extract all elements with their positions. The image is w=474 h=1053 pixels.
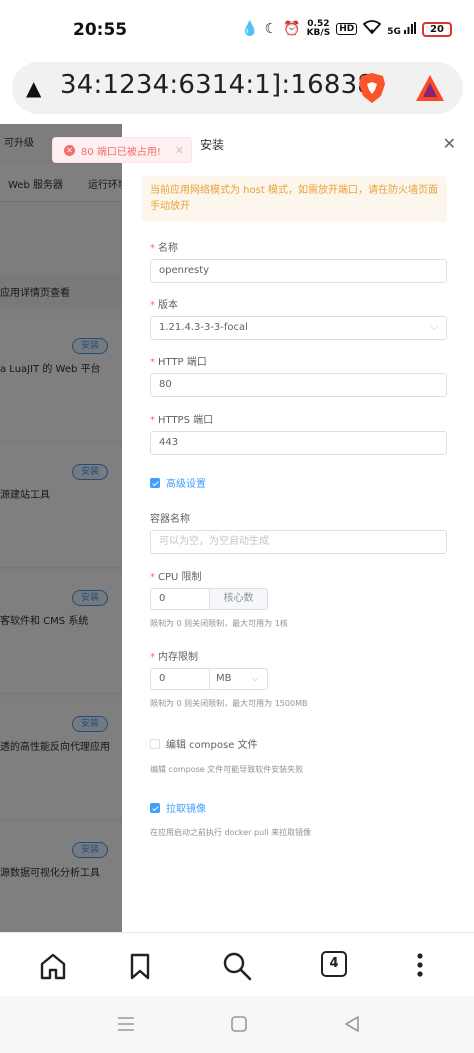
browser-bottom-nav: 4	[0, 932, 474, 996]
cpu-unit: 核心数	[210, 588, 268, 610]
https-port-input[interactable]: 443	[150, 431, 447, 455]
edit-compose-label[interactable]: 编辑 compose 文件	[166, 736, 258, 751]
container-name-input[interactable]: 可以为空，为空自动生成	[150, 530, 447, 554]
compose-help-text: 编辑 compose 文件可能导致软件安装失败	[150, 765, 304, 774]
warning-icon[interactable]: ▲	[26, 76, 41, 100]
net-speed-unit: KB/S	[306, 28, 331, 38]
pull-image-help-text: 在应用启动之前执行 docker pull 来拉取镜像	[150, 828, 312, 837]
toast-message: 80 端口已被占用!	[81, 146, 161, 158]
wifi-icon	[362, 20, 382, 38]
moon-icon: ☾	[264, 21, 278, 37]
checkbox-checked-icon[interactable]	[150, 802, 160, 813]
hd-badge: HD	[336, 23, 358, 35]
url-bar[interactable]: ▲ 34:1234:6314:1]:16838	[12, 62, 463, 114]
https-port-label-text: HTTPS 端口	[158, 415, 214, 426]
alarm-icon: ⏰	[283, 21, 301, 37]
water-drop-icon: 💧	[241, 21, 259, 37]
url-text[interactable]: 34:1234:6314:1]:16838	[60, 70, 374, 100]
cpu-limit-input[interactable]: 0	[150, 588, 210, 610]
net-speed: 0.52 KB/S	[307, 20, 331, 38]
http-port-input[interactable]: 80	[150, 373, 447, 397]
close-icon[interactable]: ✕	[443, 134, 456, 153]
more-menu-icon[interactable]	[405, 951, 435, 981]
version-value: 1.21.4.3-3-3-focal	[159, 322, 248, 333]
version-label-text: 版本	[158, 300, 178, 311]
http-port-label: * HTTP 端口	[150, 357, 207, 368]
signal-icon: 5G	[387, 21, 416, 37]
version-select[interactable]: 1.21.4.3-3-3-focal ⌵	[150, 316, 447, 340]
signal-label: 5G	[387, 26, 401, 37]
edit-compose-checkbox[interactable]: 编辑 compose 文件	[150, 736, 258, 751]
checkbox-checked-icon[interactable]	[150, 477, 160, 488]
status-icons: 💧 ☾ ⏰ 0.52 KB/S HD 5G 20	[241, 20, 452, 38]
memory-limit-input[interactable]: 0	[150, 668, 210, 690]
memory-help-text: 限制为 0 则关闭限制，最大可用为 1500MB	[150, 699, 308, 708]
bookmark-icon[interactable]	[125, 951, 155, 981]
status-bar: 20:55 💧 ☾ ⏰ 0.52 KB/S HD 5G 20	[0, 0, 474, 62]
memory-unit-value: MB	[216, 673, 232, 684]
battery-icon: 20	[422, 21, 452, 37]
install-drawer: 安装 ✕ 当前应用网络模式为 host 模式，如需放开端口，请在防火墙页面手动放…	[122, 124, 474, 932]
brave-shield-icon[interactable]	[357, 72, 387, 104]
toast-close-icon[interactable]: ✕	[175, 144, 184, 157]
container-name-label: 容器名称	[150, 514, 190, 525]
home-icon[interactable]	[38, 951, 68, 981]
checkbox-unchecked-icon[interactable]	[150, 738, 160, 749]
system-nav-bar	[0, 996, 474, 1053]
modal-overlay[interactable]	[0, 124, 122, 932]
memory-unit-select[interactable]: MB ⌵	[210, 668, 268, 690]
version-label: * 版本	[150, 300, 178, 311]
cpu-limit-group: 0 核心数	[150, 588, 268, 610]
memory-limit-label-text: 内存限制	[158, 652, 198, 663]
home-button-icon[interactable]	[230, 1015, 248, 1037]
drawer-title: 安装	[200, 138, 225, 152]
name-input[interactable]: openresty	[150, 259, 447, 283]
chevron-down-icon: ⌵	[430, 322, 438, 333]
memory-limit-label: * 内存限制	[150, 652, 198, 663]
bat-rewards-icon[interactable]	[415, 74, 445, 102]
http-port-label-text: HTTP 端口	[158, 357, 207, 368]
tab-count-button[interactable]: 4	[321, 951, 347, 977]
back-icon[interactable]	[343, 1015, 361, 1037]
advanced-settings-checkbox[interactable]: 高级设置	[150, 475, 206, 490]
cpu-limit-label-text: CPU 限制	[158, 572, 202, 583]
error-toast: ✕ 80 端口已被占用! ✕	[52, 137, 192, 163]
error-icon: ✕	[64, 144, 75, 156]
memory-limit-group: 0 MB ⌵	[150, 668, 268, 690]
advanced-settings-label[interactable]: 高级设置	[166, 475, 206, 490]
pull-image-label[interactable]: 拉取镜像	[166, 800, 206, 815]
pull-image-checkbox[interactable]: 拉取镜像	[150, 800, 206, 815]
cpu-help-text: 限制为 0 则关闭限制，最大可用为 1核	[150, 619, 288, 628]
https-port-label: * HTTPS 端口	[150, 415, 214, 426]
name-label: * 名称	[150, 243, 178, 254]
search-icon[interactable]	[222, 951, 252, 981]
status-time: 20:55	[73, 20, 128, 40]
chevron-down-icon: ⌵	[251, 673, 259, 684]
cpu-limit-label: * CPU 限制	[150, 572, 202, 583]
recents-icon[interactable]	[117, 1015, 135, 1037]
host-mode-alert: 当前应用网络模式为 host 模式，如需放开端口，请在防火墙页面手动放开	[142, 176, 447, 222]
name-label-text: 名称	[158, 243, 178, 254]
